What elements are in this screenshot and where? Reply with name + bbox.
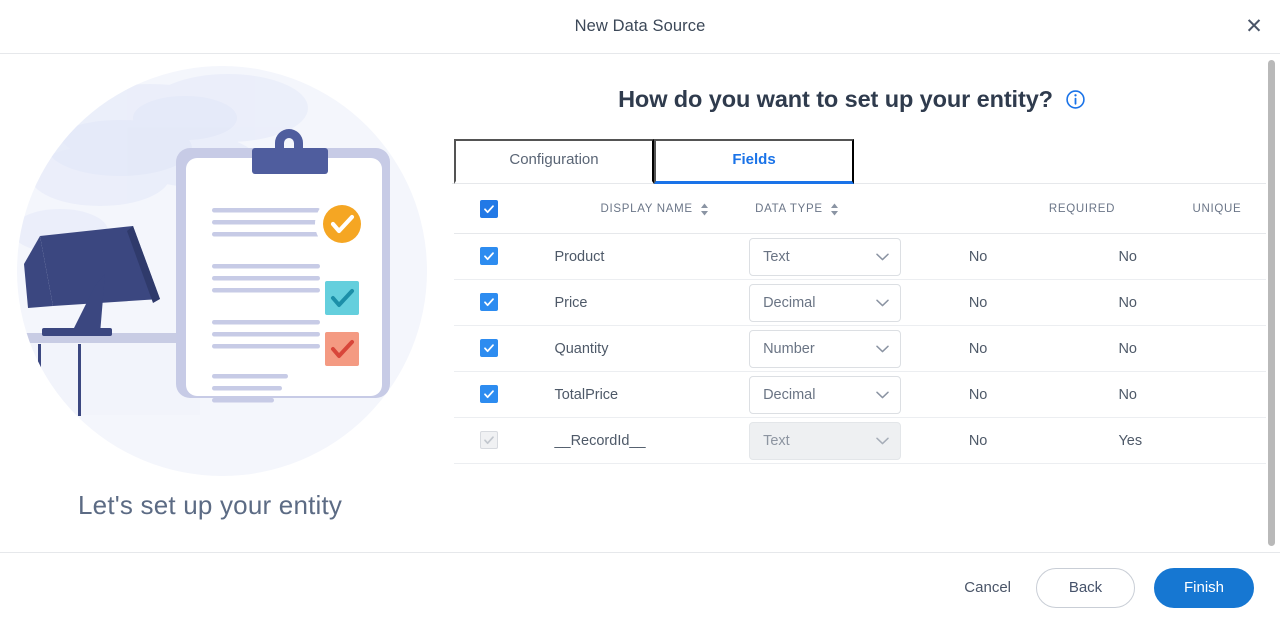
close-icon[interactable]: ✕: [1238, 11, 1270, 43]
field-required-value: No: [968, 371, 1119, 418]
entity-tabs: Configuration Fields: [452, 139, 1266, 184]
row-select-cell: [454, 325, 555, 372]
row-checkbox[interactable]: [480, 247, 498, 265]
fields-table-wrap: DISPLAY NAME DATA TYPE REQUIRED UNIQUE P…: [452, 184, 1274, 474]
field-data-type-cell: Number: [749, 325, 969, 372]
field-required-value: No: [968, 233, 1119, 280]
field-display-name: Price: [554, 279, 750, 326]
field-display-name: __RecordId__: [554, 417, 750, 464]
dialog-body: Let's set up your entity How do you want…: [0, 54, 1280, 553]
check-icon: [484, 344, 494, 353]
chevron-down-icon: [876, 345, 889, 352]
sort-arrows-icon[interactable]: [700, 203, 709, 216]
chevron-down-icon: [876, 299, 889, 306]
data-type-select[interactable]: Decimal: [749, 283, 902, 322]
table-row: Quantity Number No No: [454, 325, 1266, 372]
row-select-cell: [454, 279, 555, 326]
data-type-value: Decimal: [763, 386, 816, 403]
dialog-titlebar: New Data Source ✕: [0, 0, 1280, 54]
field-data-type-cell: Text: [749, 417, 969, 464]
field-required-value: No: [968, 279, 1119, 326]
tab-fields[interactable]: Fields: [654, 139, 854, 184]
check-icon: [484, 298, 494, 307]
tab-configuration[interactable]: Configuration: [454, 139, 654, 184]
row-select-cell: [454, 233, 555, 280]
illustration-panel: Let's set up your entity: [0, 54, 452, 552]
column-header-data-type[interactable]: DATA TYPE: [749, 184, 969, 234]
column-header-display-name-label: DISPLAY NAME: [600, 203, 693, 215]
illustration-caption: Let's set up your entity: [78, 490, 343, 520]
table-row: TotalPrice Decimal No No: [454, 371, 1266, 418]
chevron-down-icon: [876, 391, 889, 398]
field-display-name: Product: [554, 233, 750, 280]
field-data-type-cell: Decimal: [749, 279, 969, 326]
data-type-select[interactable]: Number: [749, 329, 902, 368]
chevron-down-icon: [876, 437, 889, 444]
clipboard-checklist-illustration: [17, 66, 427, 476]
dialog-footer: Cancel Back Finish: [0, 553, 1280, 622]
check-icon: [484, 390, 494, 399]
info-circle-icon[interactable]: [1065, 89, 1086, 110]
dialog-scrollbar-thumb[interactable]: [1268, 60, 1275, 546]
table-row: Price Decimal No No: [454, 279, 1266, 326]
field-data-type-cell: Decimal: [749, 371, 969, 418]
column-header-display-name[interactable]: DISPLAY NAME: [554, 184, 750, 234]
column-header-select-all: [454, 184, 555, 234]
data-type-value: Number: [763, 340, 815, 357]
table-row: __RecordId__ Text No Yes: [454, 417, 1266, 464]
select-all-checkbox[interactable]: [480, 200, 498, 218]
panel-heading-row: How do you want to set up your entity?: [452, 86, 1280, 113]
field-display-name: TotalPrice: [554, 371, 750, 418]
dialog-title: New Data Source: [574, 17, 706, 35]
entity-setup-panel: How do you want to set up your entity? C…: [452, 54, 1280, 552]
field-display-name: Quantity: [554, 325, 750, 372]
sort-arrows-icon[interactable]: [830, 203, 839, 216]
field-unique-value: No: [1118, 371, 1266, 418]
check-icon: [484, 205, 494, 214]
chevron-down-icon: [876, 253, 889, 260]
table-row: Product Text No No: [454, 233, 1266, 280]
finish-button[interactable]: Finish: [1154, 567, 1254, 608]
row-checkbox[interactable]: [480, 293, 498, 311]
back-button[interactable]: Back: [1036, 567, 1135, 608]
table-header-row: DISPLAY NAME DATA TYPE REQUIRED UNIQUE: [454, 184, 1266, 234]
column-header-data-type-label: DATA TYPE: [755, 203, 823, 215]
data-type-select[interactable]: Text: [749, 237, 902, 276]
new-data-source-dialog: New Data Source ✕ Let's set up your enti…: [0, 0, 1280, 622]
row-checkbox[interactable]: [480, 385, 498, 403]
data-type-value: Text: [763, 248, 790, 265]
check-icon: [484, 436, 494, 445]
column-header-required: REQUIRED: [968, 184, 1119, 234]
data-type-value: Decimal: [763, 294, 816, 311]
field-unique-value: No: [1118, 233, 1266, 280]
field-unique-value: Yes: [1118, 417, 1266, 464]
row-checkbox-disabled: [480, 431, 498, 449]
field-required-value: No: [968, 325, 1119, 372]
column-header-required-label: REQUIRED: [1048, 203, 1116, 215]
dialog-scrollbar[interactable]: [1268, 60, 1275, 546]
data-type-select-disabled: Text: [749, 421, 902, 460]
fields-table: DISPLAY NAME DATA TYPE REQUIRED UNIQUE P…: [454, 184, 1266, 464]
field-required-value: No: [968, 417, 1119, 464]
row-select-cell: [454, 371, 555, 418]
row-checkbox[interactable]: [480, 339, 498, 357]
field-unique-value: No: [1118, 325, 1266, 372]
data-type-value: Text: [763, 432, 790, 449]
check-icon: [484, 252, 494, 261]
field-unique-value: No: [1118, 279, 1266, 326]
column-header-unique-label: UNIQUE: [1192, 203, 1242, 215]
column-header-unique: UNIQUE: [1118, 184, 1266, 234]
field-data-type-cell: Text: [749, 233, 969, 280]
cancel-button[interactable]: Cancel: [958, 571, 1017, 604]
page-title: How do you want to set up your entity?: [618, 86, 1053, 112]
row-select-cell: [454, 417, 555, 464]
data-type-select[interactable]: Decimal: [749, 375, 902, 414]
fields-table-body: Product Text No No Price Decimal No No Q…: [454, 233, 1266, 464]
